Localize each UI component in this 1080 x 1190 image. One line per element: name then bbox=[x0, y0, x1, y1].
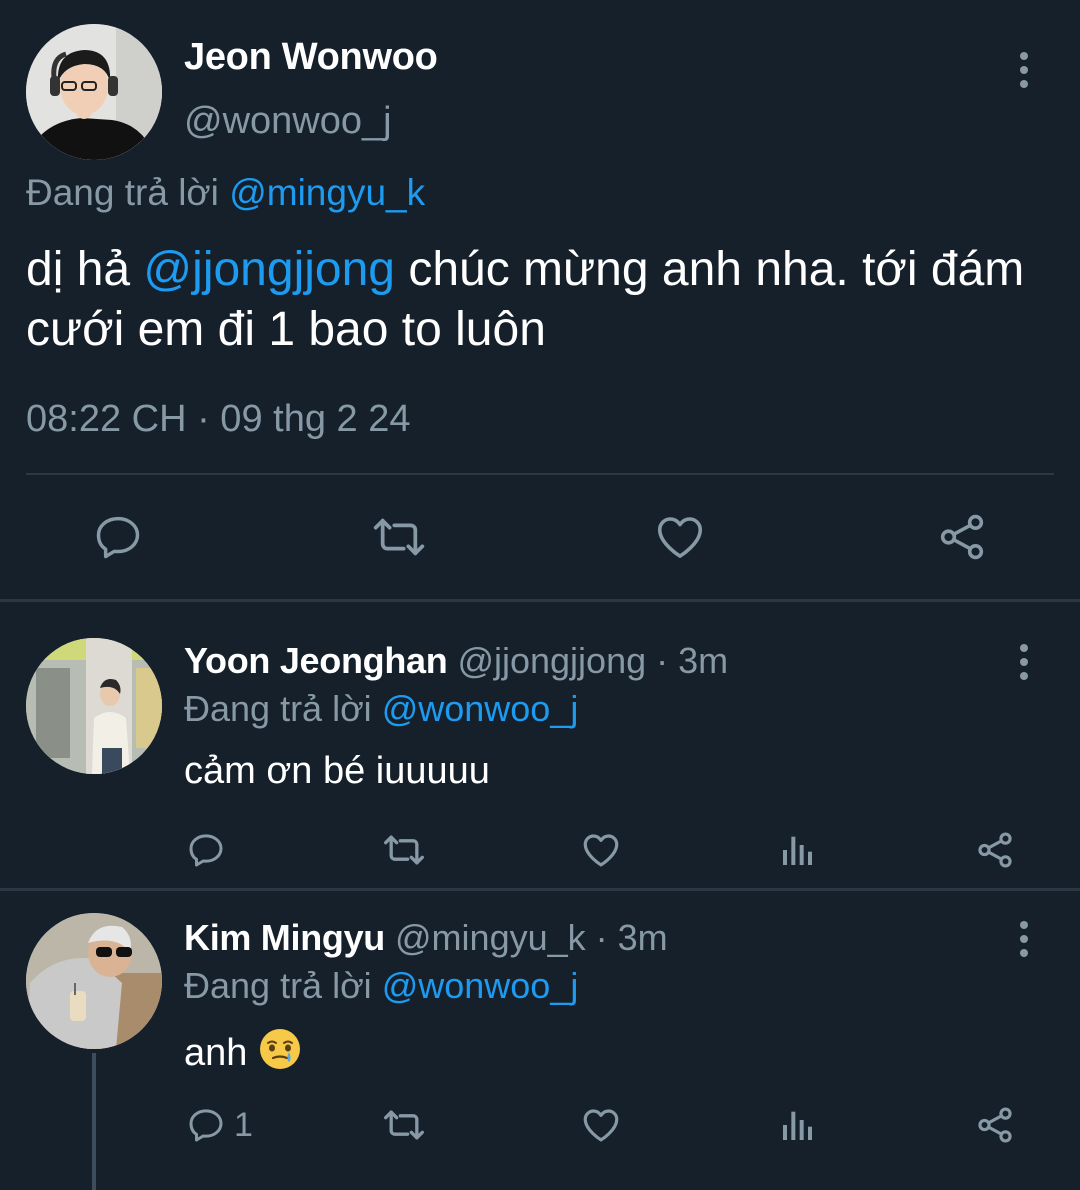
replying-label: Đang trả lời bbox=[184, 688, 372, 729]
divider bbox=[26, 473, 1054, 475]
avatar-wonwoo[interactable] bbox=[26, 24, 162, 160]
reply-time: · 3m bbox=[585, 917, 668, 958]
replying-to-mention[interactable]: @mingyu_k bbox=[229, 172, 425, 213]
like-icon[interactable] bbox=[648, 505, 712, 569]
reply-author-handle[interactable]: @mingyu_k bbox=[395, 917, 586, 958]
reply-icon[interactable] bbox=[186, 828, 226, 872]
reply-header: Yoon Jeonghan @jjongjjong · 3m bbox=[184, 640, 728, 682]
more-options-icon[interactable] bbox=[1018, 52, 1030, 88]
thread-connector-line bbox=[92, 1053, 96, 1190]
author-handle[interactable]: @wonwoo_j bbox=[184, 100, 392, 143]
avatar-jeonghan[interactable] bbox=[26, 638, 162, 774]
reply-tweet[interactable]: Yoon Jeonghan @jjongjjong · 3m Đang trả … bbox=[0, 602, 1080, 888]
replying-to-line: Đang trả lời @wonwoo_j bbox=[184, 965, 578, 1007]
replying-to-mention[interactable]: @wonwoo_j bbox=[382, 965, 579, 1006]
retweet-icon[interactable] bbox=[367, 505, 431, 569]
replying-to-line: Đang trả lời @wonwoo_j bbox=[184, 688, 578, 730]
tweet-thread-page: Jeon Wonwoo @wonwoo_j Đang trả lời @ming… bbox=[0, 0, 1080, 1190]
reply-icon[interactable]: 1 bbox=[186, 1103, 253, 1147]
main-tweet: Jeon Wonwoo @wonwoo_j Đang trả lời @ming… bbox=[0, 0, 1080, 600]
reply-count: 1 bbox=[234, 1105, 253, 1144]
tweet-text: dị hả @jjongjjong chúc mừng anh nha. tới… bbox=[26, 240, 1046, 360]
share-icon[interactable] bbox=[930, 505, 994, 569]
analytics-icon[interactable] bbox=[778, 1103, 818, 1147]
retweet-icon[interactable] bbox=[382, 828, 426, 872]
reply-icon[interactable] bbox=[86, 505, 150, 569]
tweet-text-start: dị hả bbox=[26, 243, 144, 296]
replying-label: Đang trả lời bbox=[184, 965, 372, 1006]
reply-author-name[interactable]: Yoon Jeonghan bbox=[184, 640, 448, 681]
reply-time: · 3m bbox=[646, 640, 729, 681]
share-icon[interactable] bbox=[974, 828, 1016, 872]
face-holding-back-tears-icon bbox=[259, 1029, 300, 1069]
analytics-icon[interactable] bbox=[778, 828, 818, 872]
like-icon[interactable] bbox=[580, 1103, 622, 1147]
reply-text: anh bbox=[184, 1027, 302, 1075]
tweet-actions bbox=[0, 505, 1080, 569]
replying-to-line: Đang trả lời @mingyu_k bbox=[26, 172, 425, 214]
author-name[interactable]: Jeon Wonwoo bbox=[184, 36, 438, 79]
reply-author-name[interactable]: Kim Mingyu bbox=[184, 917, 385, 958]
like-icon[interactable] bbox=[580, 828, 622, 872]
reply-header: Kim Mingyu @mingyu_k · 3m bbox=[184, 917, 668, 959]
reply-tweet[interactable]: Kim Mingyu @mingyu_k · 3m Đang trả lời @… bbox=[0, 891, 1080, 1190]
avatar-mingyu[interactable] bbox=[26, 913, 162, 1049]
share-icon[interactable] bbox=[974, 1103, 1016, 1147]
tweet-timestamp[interactable]: 08:22 CH · 09 thg 2 24 bbox=[26, 398, 410, 441]
replying-label: Đang trả lời bbox=[26, 172, 219, 213]
replying-to-mention[interactable]: @wonwoo_j bbox=[382, 688, 579, 729]
reply-text: cảm ơn bé iuuuuu bbox=[184, 750, 490, 792]
more-options-icon[interactable] bbox=[1018, 644, 1030, 680]
more-options-icon[interactable] bbox=[1018, 921, 1030, 957]
reply-text-content: anh bbox=[184, 1032, 248, 1074]
retweet-icon[interactable] bbox=[382, 1103, 426, 1147]
tweet-mention[interactable]: @jjongjjong bbox=[143, 243, 395, 296]
reply-author-handle[interactable]: @jjongjjong bbox=[457, 640, 646, 681]
